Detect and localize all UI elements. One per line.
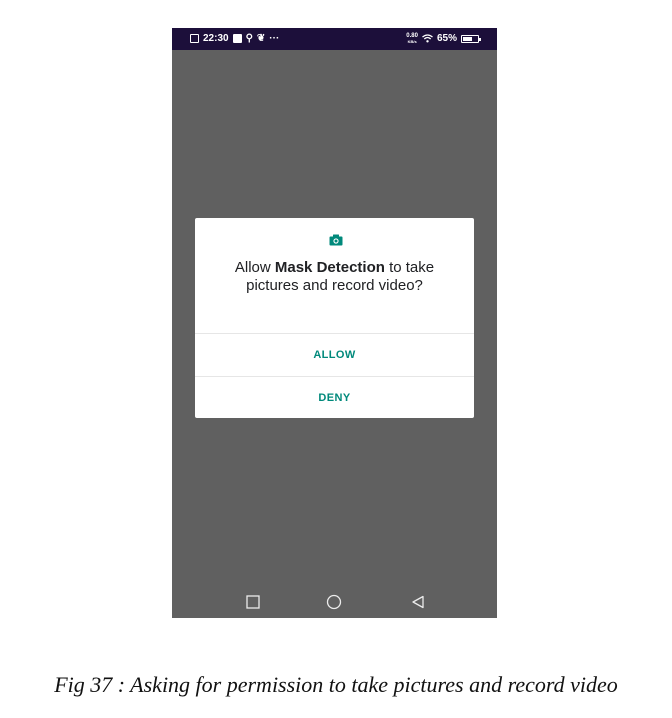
app-name: Mask Detection — [274, 259, 385, 276]
permission-message: Allow Mask Detection to take pictures an… — [215, 259, 454, 295]
recent-apps-button[interactable] — [244, 594, 262, 610]
network-speed-unit: KB/s — [407, 39, 417, 44]
figure-caption: Fig 37 : Asking for permission to take p… — [54, 672, 618, 697]
back-icon — [412, 595, 424, 609]
battery-percent: 65% — [436, 33, 457, 44]
status-bar-left: 22:30 ⚲ ❦ ··· — [190, 33, 279, 44]
home-button[interactable] — [325, 594, 343, 610]
nav-bar — [172, 588, 497, 618]
more-notifications: ··· — [269, 33, 280, 44]
status-bar: 22:30 ⚲ ❦ ··· 0.80 KB/s 65% — [172, 28, 497, 50]
usb-icon: ⚲ — [245, 32, 253, 44]
battery-icon — [461, 34, 481, 43]
app-icon: ❦ — [256, 32, 266, 44]
back-button[interactable] — [409, 594, 427, 610]
phone-screen: 22:30 ⚲ ❦ ··· 0.80 KB/s 65% Allow Mask D… — [172, 28, 497, 618]
allow-button[interactable]: ALLOW — [195, 334, 474, 376]
status-bar-right: 0.80 KB/s 65% — [406, 33, 481, 44]
message-prefix: Allow — [234, 259, 275, 276]
status-time: 22:30 — [203, 33, 229, 44]
calendar-icon — [190, 34, 199, 43]
notification-icon — [232, 34, 242, 43]
recent-apps-icon — [246, 595, 260, 609]
home-icon — [326, 594, 342, 610]
wifi-icon — [422, 34, 433, 43]
camera-icon — [329, 234, 343, 246]
network-speed: 0.80 KB/s — [406, 33, 418, 44]
battery-fill — [463, 36, 472, 41]
permission-dialog: Allow Mask Detection to take pictures an… — [195, 218, 474, 418]
deny-button[interactable]: DENY — [195, 377, 474, 419]
